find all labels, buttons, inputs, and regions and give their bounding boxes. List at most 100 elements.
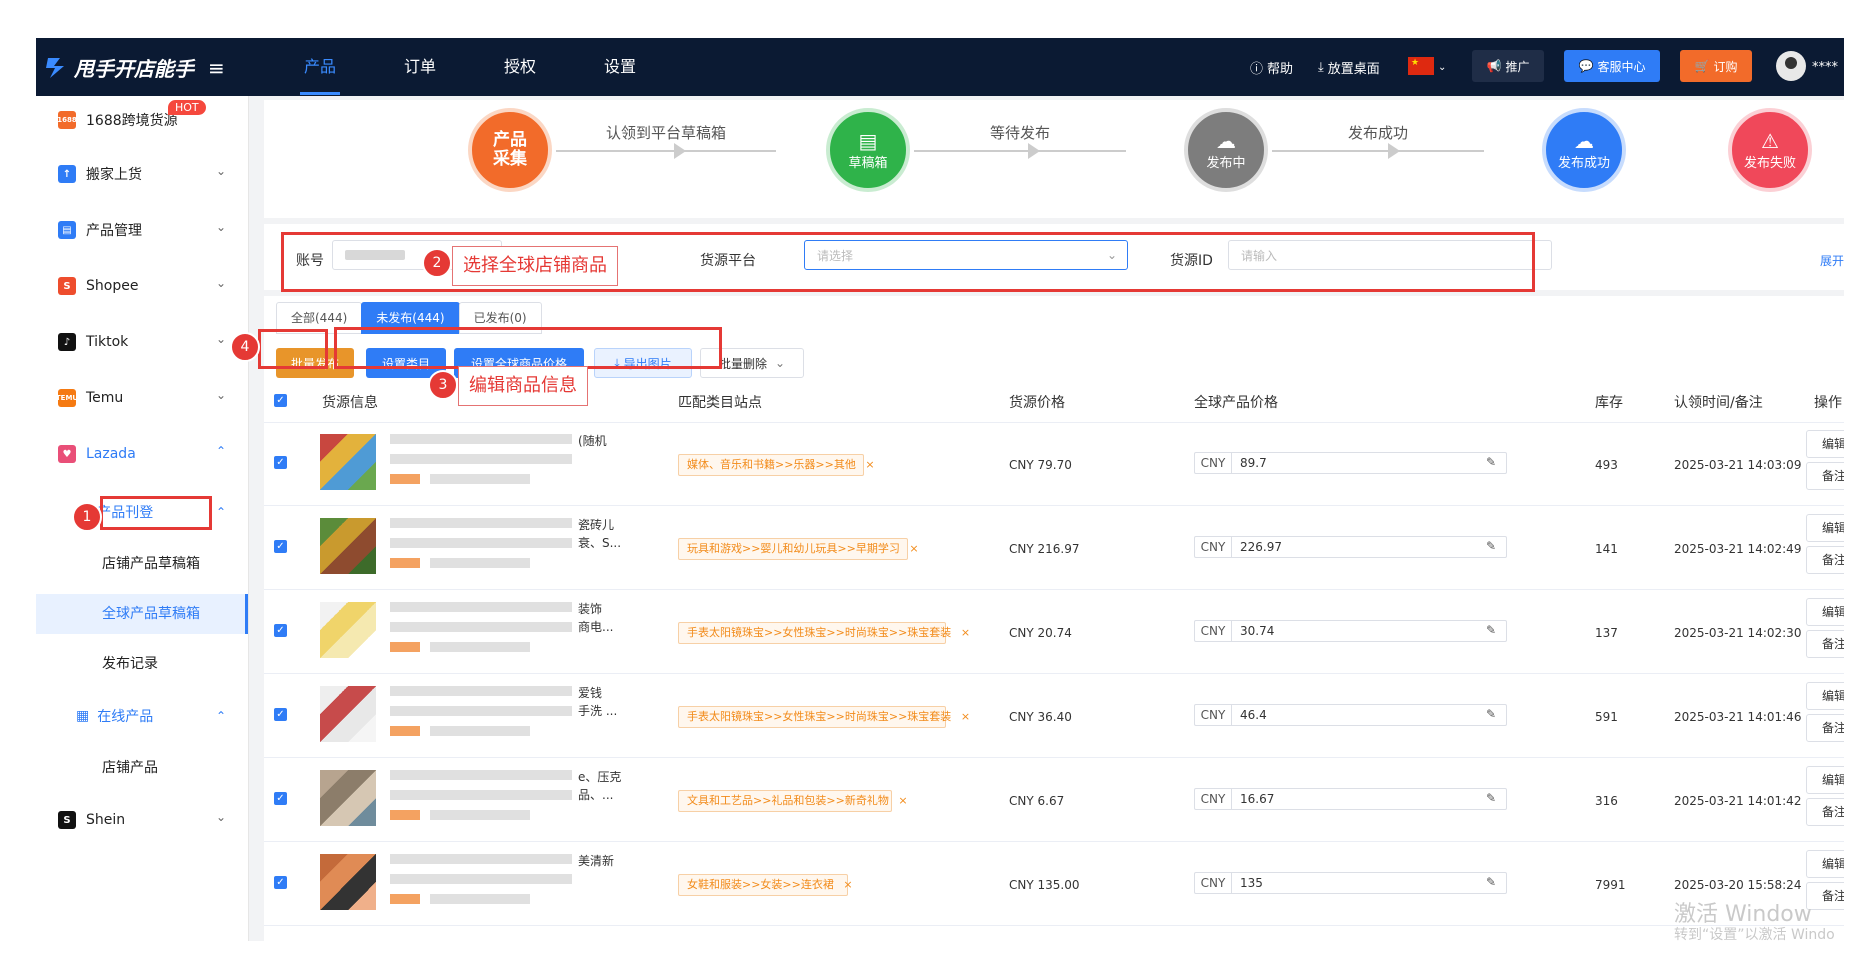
category-tag[interactable]: 玩具和游戏>>婴儿和幼儿玩具>>早期学习 × <box>678 538 919 560</box>
sidebar-item-store-products[interactable]: 店铺产品 <box>36 748 248 788</box>
nav-orders[interactable]: 订单 <box>370 38 470 96</box>
col-source-price: 货源价格 <box>1009 395 1065 411</box>
edit-button[interactable]: 编辑 <box>1806 430 1844 458</box>
product-thumbnail[interactable] <box>320 434 376 490</box>
sidebar-group-online[interactable]: ▦ 在线产品 ⌃ <box>36 696 248 736</box>
note-button[interactable]: 备注 <box>1806 714 1844 742</box>
highlight-edit-actions <box>334 327 722 369</box>
sidebar-item-store-drafts[interactable]: 店铺产品草稿箱 <box>36 544 248 584</box>
close-icon[interactable]: × <box>898 794 907 807</box>
product-thumbnail[interactable] <box>320 854 376 910</box>
row-checkbox[interactable]: ✓ <box>274 792 287 805</box>
step-label: 发布失败 <box>1743 155 1796 171</box>
china-flag-icon[interactable] <box>1408 57 1434 75</box>
category-tag[interactable]: 文具和工艺品>>礼品和包装>>新奇礼物 × <box>678 790 908 812</box>
desktop-label: 放置桌面 <box>1327 61 1380 77</box>
edit-pencil-icon[interactable]: ✎ <box>1486 707 1496 721</box>
global-price-input[interactable]: CNY 46.4 ✎ <box>1194 704 1507 726</box>
step-label: 草稿箱 <box>848 155 888 171</box>
select-all-checkbox[interactable]: ✓ <box>274 394 287 407</box>
sidebar-item-global-drafts[interactable]: 全球产品草稿箱 <box>36 594 248 634</box>
nav-authorize[interactable]: 授权 <box>470 38 570 96</box>
edit-pencil-icon[interactable]: ✎ <box>1486 539 1496 553</box>
sidebar-item-product-manage[interactable]: ▤ 产品管理 ⌄ <box>36 208 248 252</box>
close-icon[interactable]: × <box>865 458 874 471</box>
product-title-blurred[interactable]: 装饰 商电... <box>390 600 613 660</box>
annotation-badge-2: 2 <box>422 248 452 278</box>
close-icon[interactable]: × <box>909 542 918 555</box>
row-checkbox[interactable]: ✓ <box>274 876 287 889</box>
global-price-input[interactable]: CNY 30.74 ✎ <box>1194 620 1507 642</box>
product-thumbnail[interactable] <box>320 602 376 658</box>
sidebar-item-move[interactable]: ↑ 搬家上货 ⌄ <box>36 152 248 196</box>
note-button[interactable]: 备注 <box>1806 546 1844 574</box>
step-drafts[interactable]: ▤ 草稿箱 <box>826 108 910 192</box>
edit-button[interactable]: 编辑 <box>1806 766 1844 794</box>
edit-button[interactable]: 编辑 <box>1806 514 1844 542</box>
close-icon[interactable]: × <box>843 878 852 891</box>
edit-button[interactable]: 编辑 <box>1806 850 1844 878</box>
sidebar-item-publish-log[interactable]: 发布记录 <box>36 644 248 684</box>
sidebar-item-temu[interactable]: TEMU Temu ⌄ <box>36 376 248 420</box>
edit-pencil-icon[interactable]: ✎ <box>1486 455 1496 469</box>
product-thumbnail[interactable] <box>320 686 376 742</box>
global-price-value: 135 <box>1240 876 1263 890</box>
sidebar-item-1688[interactable]: 1688 1688跨境货源 HOT <box>36 98 248 142</box>
subscribe-button[interactable]: 🛒 订购 <box>1680 50 1752 82</box>
edit-button[interactable]: 编辑 <box>1806 598 1844 626</box>
app-logo[interactable]: 甩手开店能手 <box>44 52 194 82</box>
product-title-blurred[interactable]: 美清新 <box>390 852 614 912</box>
note-button[interactable]: 备注 <box>1806 798 1844 826</box>
edit-pencil-icon[interactable]: ✎ <box>1486 875 1496 889</box>
close-icon[interactable]: × <box>961 626 970 639</box>
global-price-input[interactable]: CNY 226.97 ✎ <box>1194 536 1507 558</box>
category-tag[interactable]: 手表太阳镜珠宝>>女性珠宝>>时尚珠宝>>珠宝套装 × <box>678 706 970 728</box>
edit-button[interactable]: 编辑 <box>1806 682 1844 710</box>
product-title-blurred[interactable]: 瓷砖儿 衰、S... <box>390 516 621 576</box>
step-publishing[interactable]: ☁ 发布中 <box>1184 108 1268 192</box>
product-thumbnail[interactable] <box>320 518 376 574</box>
avatar[interactable] <box>1776 51 1806 81</box>
product-title-blurred[interactable]: (随机 <box>390 432 607 492</box>
category-tag[interactable]: 手表太阳镜珠宝>>女性珠宝>>时尚珠宝>>珠宝套装 × <box>678 622 970 644</box>
close-icon[interactable]: × <box>961 710 970 723</box>
note-button[interactable]: 备注 <box>1806 630 1844 658</box>
stock-value: 137 <box>1595 626 1618 640</box>
promote-button[interactable]: 📢 推广 <box>1472 50 1544 82</box>
nav-products[interactable]: 产品 <box>270 38 370 96</box>
user-name[interactable]: **** <box>1812 38 1838 96</box>
global-price-input[interactable]: CNY 135 ✎ <box>1194 872 1507 894</box>
category-tag[interactable]: 女鞋和服装>>女装>>连衣裙 × <box>678 874 853 896</box>
stock-value: 141 <box>1595 542 1618 556</box>
customer-service-button[interactable]: 💬 客服中心 <box>1564 50 1660 82</box>
download-icon: ⤓ <box>1318 59 1324 75</box>
sidebar-item-tiktok[interactable]: ♪ Tiktok ⌄ <box>36 320 248 364</box>
row-checkbox[interactable]: ✓ <box>274 708 287 721</box>
sidebar-item-shopee[interactable]: S Shopee ⌄ <box>36 264 248 308</box>
chevron-down-icon: ⌄ <box>215 388 226 402</box>
product-thumbnail[interactable] <box>320 770 376 826</box>
step-published[interactable]: ☁ 发布成功 <box>1542 108 1626 192</box>
sidebar-item-shein[interactable]: S Shein ⌄ <box>36 798 248 842</box>
edit-pencil-icon[interactable]: ✎ <box>1486 791 1496 805</box>
step-failed[interactable]: ⚠ 发布失败 <box>1728 108 1812 192</box>
expand-link[interactable]: 展开 <box>1820 252 1844 269</box>
nav-settings[interactable]: 设置 <box>570 38 670 96</box>
language-chevron-icon[interactable]: ⌄ <box>1438 38 1446 96</box>
desktop-link[interactable]: ⤓ 放置桌面 <box>1318 38 1380 96</box>
sidebar-item-lazada[interactable]: ♥ Lazada ⌃ <box>36 432 248 476</box>
step-collect[interactable]: 产品 采集 <box>468 108 552 192</box>
help-link[interactable]: ⓘ 帮助 <box>1250 38 1293 96</box>
edit-pencil-icon[interactable]: ✎ <box>1486 623 1496 637</box>
menu-toggle-icon[interactable]: ≡ <box>208 56 225 80</box>
sidebar-item-label: Tiktok <box>86 334 129 350</box>
row-checkbox[interactable]: ✓ <box>274 624 287 637</box>
note-button[interactable]: 备注 <box>1806 462 1844 490</box>
product-title-blurred[interactable]: e、压克 品、... <box>390 768 621 828</box>
category-tag[interactable]: 媒体、音乐和书籍>>乐器>>其他 × <box>678 454 875 476</box>
global-price-input[interactable]: CNY 89.7 ✎ <box>1194 452 1507 474</box>
product-title-blurred[interactable]: 爱钱 手洗 ... <box>390 684 617 744</box>
global-price-input[interactable]: CNY 16.67 ✎ <box>1194 788 1507 810</box>
row-checkbox[interactable]: ✓ <box>274 540 287 553</box>
row-checkbox[interactable]: ✓ <box>274 456 287 469</box>
